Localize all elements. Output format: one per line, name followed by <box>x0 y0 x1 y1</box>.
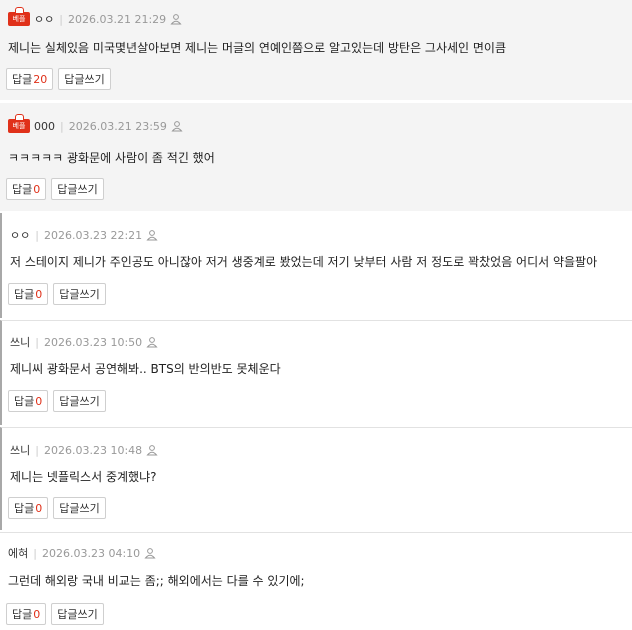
reply-button[interactable]: 답글 0 <box>6 178 47 200</box>
comment-date: 2026.03.23 10:48 <box>43 443 143 457</box>
comment-author[interactable]: ㅇㅇ <box>10 227 30 243</box>
comment-author[interactable]: 000 <box>34 120 55 133</box>
comment-text: ㅋㅋㅋㅋㅋ 광화문에 사람이 좀 적긴 했어 <box>8 151 215 165</box>
comment-item: 쓰니 | 2026.03.23 10:50 제니씨 광화문서 공연해봐.. BT… <box>0 320 632 425</box>
best-badge-icon: 베플 <box>8 114 30 133</box>
user-icon[interactable] <box>146 229 158 241</box>
reply-count: 0 <box>33 182 41 196</box>
divider: | <box>35 443 39 457</box>
divider: | <box>60 119 64 133</box>
comment-meta: 쓰니 | 2026.03.23 10:48 <box>10 442 158 458</box>
reply-count: 20 <box>33 72 48 86</box>
user-icon[interactable] <box>170 13 182 25</box>
comment-author[interactable]: 에혀 <box>8 545 28 561</box>
comment-date: 2026.03.23 22:21 <box>43 228 143 242</box>
comment-date: 2026.03.23 10:50 <box>43 335 143 349</box>
reply-button[interactable]: 답글 0 <box>6 603 47 625</box>
comment-meta: 베플 ㅇㅇ | 2026.03.21 21:29 <box>8 7 182 27</box>
comment-meta: 쓰니 | 2026.03.23 10:50 <box>10 334 158 350</box>
user-icon[interactable] <box>146 336 158 348</box>
reply-button[interactable]: 답글 0 <box>8 390 49 412</box>
divider: | <box>35 335 39 349</box>
comment-item: 쓰니 | 2026.03.23 10:48 제니는 넷플릭스서 중계했냐? 답글… <box>0 427 632 530</box>
comment-date: 2026.03.21 23:59 <box>68 119 167 133</box>
comment-meta: 베플 000 | 2026.03.21 23:59 <box>8 114 183 133</box>
comment-author[interactable]: ㅇㅇ <box>34 11 54 27</box>
reply-count: 0 <box>35 287 43 301</box>
comment-item: 베플 000 | 2026.03.21 23:59 ㅋㅋㅋㅋㅋ 광화문에 사람이… <box>0 103 632 211</box>
comment-text: 제니씨 광화문서 공연해봐.. BTS의 반의반도 못체운다 <box>10 362 281 376</box>
reply-button[interactable]: 답글 0 <box>8 283 49 305</box>
reply-count: 0 <box>35 394 43 408</box>
reply-button[interactable]: 답글 20 <box>6 68 54 90</box>
divider: | <box>59 12 63 26</box>
write-reply-button[interactable]: 답글쓰기 <box>51 178 104 200</box>
comment-text: 제니는 실체있음 미국몇년살아보면 제니는 머글의 연예인쯤으로 알고있는데 방… <box>8 41 507 55</box>
comment-meta: 에혀 | 2026.03.23 04:10 <box>8 545 156 561</box>
comment-author[interactable]: 쓰니 <box>10 334 30 350</box>
comment-actions: 답글 0 답글쓰기 <box>6 603 104 625</box>
comment-date: 2026.03.23 04:10 <box>41 546 141 560</box>
comment-meta: ㅇㅇ | 2026.03.23 22:21 <box>10 227 158 243</box>
write-reply-button[interactable]: 답글쓰기 <box>58 68 111 90</box>
reply-count: 0 <box>33 607 41 621</box>
comment-item: 베플 ㅇㅇ | 2026.03.21 21:29 제니는 실체있음 미국몇년살아… <box>0 0 632 100</box>
comment-actions: 답글 0 답글쓰기 <box>8 390 106 412</box>
comment-actions: 답글 0 답글쓰기 <box>8 283 106 305</box>
comment-text: 저 스테이지 제니가 주인공도 아니잖아 저거 생중계로 봤었는데 저기 낮부터… <box>10 255 598 269</box>
comment-actions: 답글 0 답글쓰기 <box>8 497 106 519</box>
divider: | <box>33 546 37 560</box>
write-reply-button[interactable]: 답글쓰기 <box>53 497 106 519</box>
comment-item: 에혀 | 2026.03.23 04:10 그런데 해외랑 국내 비교는 좀;;… <box>0 532 632 630</box>
comment-text: 그런데 해외랑 국내 비교는 좀;; 해외에서는 다를 수 있기에; <box>8 574 305 588</box>
best-badge-icon: 베플 <box>8 7 30 26</box>
reply-count: 0 <box>35 501 43 515</box>
user-icon[interactable] <box>171 120 183 132</box>
user-icon[interactable] <box>146 444 158 456</box>
write-reply-button[interactable]: 답글쓰기 <box>53 283 106 305</box>
comment-author[interactable]: 쓰니 <box>10 442 30 458</box>
comment-date: 2026.03.21 21:29 <box>67 12 167 26</box>
write-reply-button[interactable]: 답글쓰기 <box>53 390 106 412</box>
reply-button[interactable]: 답글 0 <box>8 497 49 519</box>
comment-text: 제니는 넷플릭스서 중계했냐? <box>10 470 157 484</box>
divider: | <box>35 228 39 242</box>
write-reply-button[interactable]: 답글쓰기 <box>51 603 104 625</box>
user-icon[interactable] <box>144 547 156 559</box>
comment-actions: 답글 0 답글쓰기 <box>6 178 104 200</box>
comment-actions: 답글 20 답글쓰기 <box>6 68 111 90</box>
comment-item: ㅇㅇ | 2026.03.23 22:21 저 스테이지 제니가 주인공도 아니… <box>0 213 632 318</box>
